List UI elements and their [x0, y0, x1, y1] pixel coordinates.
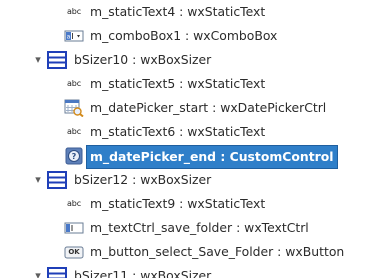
svg-text:?: ? [72, 152, 77, 161]
tree-item-m-datepicker-end[interactable]: ? m_datePicker_end : CustomControl [0, 144, 369, 169]
tree-item-label: bSizer12 : wxBoxSizer [74, 172, 212, 187]
expander-chevron-down-icon[interactable]: ▾ [32, 174, 44, 186]
tree-item-label: bSizer10 : wxBoxSizer [74, 52, 212, 67]
date-picker-icon [64, 99, 84, 118]
static-text-icon: abc [66, 199, 82, 208]
tree-item-m-statictext5[interactable]: abc m_staticText5 : wxStaticText [0, 72, 369, 96]
box-sizer-icon [47, 267, 67, 278]
tree-item-bsizer12[interactable]: ▾ bSizer12 : wxBoxSizer [0, 168, 369, 192]
box-sizer-icon [47, 171, 67, 189]
object-tree[interactable]: abc m_staticText4 : wxStaticText a m_com… [0, 0, 369, 278]
tree-item-bsizer11[interactable]: ▾ bSizer11 : wxBoxSizer [0, 264, 369, 278]
tree-item-m-statictext6[interactable]: abc m_staticText6 : wxStaticText [0, 120, 369, 144]
tree-item-m-combobox1[interactable]: a m_comboBox1 : wxComboBox [0, 24, 369, 48]
tree-item-bsizer10[interactable]: ▾ bSizer10 : wxBoxSizer [0, 48, 369, 72]
tree-item-label: m_comboBox1 : wxComboBox [90, 28, 278, 43]
text-ctrl-icon [64, 219, 84, 237]
tree-item-m-statictext9[interactable]: abc m_staticText9 : wxStaticText [0, 192, 369, 216]
combo-box-icon: a [64, 27, 84, 45]
tree-item-m-button-select-save-folder[interactable]: OK m_button_select_Save_Folder : wxButto… [0, 240, 369, 264]
tree-item-label: m_staticText9 : wxStaticText [90, 196, 266, 211]
tree-item-m-datepicker-start[interactable]: m_datePicker_start : wxDatePickerCtrl [0, 96, 369, 120]
button-icon: OK [64, 243, 84, 261]
tree-item-label: m_textCtrl_save_folder : wxTextCtrl [90, 220, 309, 235]
expander-chevron-down-icon[interactable]: ▾ [32, 270, 44, 278]
tree-item-m-statictext4[interactable]: abc m_staticText4 : wxStaticText [0, 0, 369, 24]
tree-item-label: m_staticText6 : wxStaticText [90, 124, 266, 139]
static-text-icon: abc [66, 7, 82, 16]
tree-item-label: m_datePicker_end : CustomControl [86, 145, 338, 169]
tree-item-label: m_datePicker_start : wxDatePickerCtrl [90, 100, 327, 115]
static-text-icon: abc [66, 127, 82, 136]
tree-item-label: m_staticText4 : wxStaticText [90, 4, 266, 19]
custom-control-icon: ? [64, 147, 84, 165]
button-icon-text: OK [68, 248, 80, 256]
box-sizer-icon [47, 51, 67, 69]
tree-item-label: m_button_select_Save_Folder : wxButton [90, 244, 345, 259]
tree-item-label: bSizer11 : wxBoxSizer [74, 268, 212, 278]
svg-text:a: a [67, 34, 71, 41]
tree-item-label: m_staticText5 : wxStaticText [90, 76, 266, 91]
static-text-icon: abc [66, 79, 82, 88]
tree-item-m-textctrl-save-folder[interactable]: m_textCtrl_save_folder : wxTextCtrl [0, 216, 369, 240]
expander-chevron-down-icon[interactable]: ▾ [32, 54, 44, 66]
